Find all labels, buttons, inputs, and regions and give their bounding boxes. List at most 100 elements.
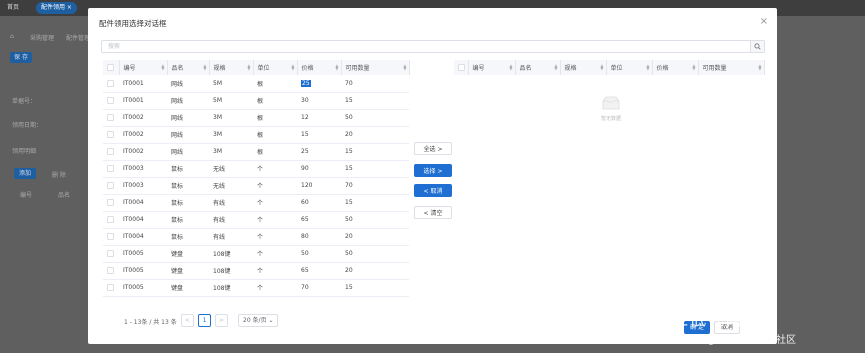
table-row[interactable]: IT0002 网线 3M 根 25 15 bbox=[103, 143, 409, 161]
prev-page-button[interactable]: < bbox=[181, 314, 194, 327]
col-header-qty[interactable]: 可用数量 ▲ ▼ bbox=[698, 60, 765, 75]
cell-qty: 15 bbox=[341, 194, 409, 212]
table-row[interactable]: IT0003 鼠标 无线个 120 70 bbox=[103, 177, 409, 195]
checkbox[interactable] bbox=[107, 233, 114, 240]
row-checkbox-cell[interactable] bbox=[103, 262, 119, 280]
select-button[interactable]: 选择 > bbox=[414, 164, 452, 177]
checkbox[interactable] bbox=[107, 182, 114, 189]
table-row[interactable]: IT0005 键盘 108键个 70 15 bbox=[103, 279, 409, 297]
bg-col-no: 编号 bbox=[20, 192, 33, 199]
table-row[interactable]: IT0004 鼠标 有线个 60 15 bbox=[103, 194, 409, 212]
cell-price: 50 bbox=[297, 245, 341, 263]
col-header-spec[interactable]: 规格 ▲ ▼ bbox=[560, 60, 607, 75]
checkbox[interactable] bbox=[107, 79, 114, 87]
row-checkbox-cell[interactable] bbox=[103, 109, 119, 127]
watermark-line2: @稀土掘金技术社区 bbox=[706, 335, 796, 346]
cell-price: 60 bbox=[297, 194, 341, 212]
table-row[interactable]: IT0004 鼠标 有线个 65 50 bbox=[103, 211, 409, 229]
cell-price: 25 bbox=[297, 75, 341, 93]
cell-price: 15 bbox=[297, 126, 341, 144]
row-checkbox-cell[interactable] bbox=[103, 75, 119, 93]
table-row[interactable]: IT0002 网线 3M 根 15 20 bbox=[103, 126, 409, 144]
bg-col-name: 品名 bbox=[58, 192, 71, 199]
checkbox[interactable] bbox=[107, 64, 114, 71]
col-header-name[interactable]: 品名 ▲ ▼ bbox=[515, 60, 561, 75]
checkbox[interactable] bbox=[107, 165, 114, 172]
cell-spec: 3M bbox=[209, 126, 253, 144]
col-header-no[interactable]: 编号 ▲ ▼ bbox=[119, 60, 168, 75]
checkbox[interactable] bbox=[107, 97, 114, 104]
col-header-qty[interactable]: 可用数量 ▲ ▼ bbox=[341, 60, 410, 75]
checkbox[interactable] bbox=[107, 131, 114, 138]
tab-home[interactable]: 首页 bbox=[2, 2, 24, 14]
cell-qty: 20 bbox=[341, 262, 409, 280]
col-header-price[interactable]: 价格 ▲ ▼ bbox=[652, 60, 699, 75]
col-header-no[interactable]: 编号 ▲ ▼ bbox=[468, 60, 516, 75]
table-row[interactable]: IT0001 网线 5M 根 30 15 bbox=[103, 92, 409, 110]
cell-no: IT0004 bbox=[119, 211, 167, 229]
cell-price: 70 bbox=[297, 279, 341, 297]
table-row[interactable]: IT0001 网线 5M 根 25 70 bbox=[103, 75, 409, 93]
checkbox[interactable] bbox=[107, 216, 114, 223]
table-row[interactable]: IT0005 键盘 108键个 50 50 bbox=[103, 245, 409, 263]
checkbox[interactable] bbox=[458, 64, 465, 71]
cell-spec: 有线 bbox=[209, 194, 253, 212]
cell-spec: 108键 bbox=[209, 245, 253, 263]
checkbox[interactable] bbox=[107, 114, 114, 121]
row-checkbox-cell[interactable] bbox=[103, 177, 119, 195]
table-row[interactable]: IT0002 网线 3M 根 12 50 bbox=[103, 109, 409, 127]
search-button[interactable] bbox=[750, 41, 764, 52]
sort-icon: ▲ ▼ bbox=[692, 63, 696, 71]
cancel-selection-button[interactable]: < 取消 bbox=[414, 184, 452, 197]
page-size-select[interactable]: 20 条/页 ⌄ bbox=[238, 314, 278, 327]
cell-spec: 3M bbox=[209, 143, 253, 161]
cell-no: IT0005 bbox=[119, 245, 167, 263]
row-checkbox-cell[interactable] bbox=[103, 279, 119, 297]
cell-qty: 15 bbox=[341, 279, 409, 297]
tab-part-usage[interactable]: 配件领用 × bbox=[36, 2, 77, 14]
watermark-line1: 公众号 · 牛刀专业低代码 bbox=[544, 310, 744, 330]
checkbox[interactable] bbox=[107, 148, 114, 155]
row-checkbox-cell[interactable] bbox=[103, 228, 119, 246]
sort-icon: ▲ ▼ bbox=[161, 63, 165, 71]
cell-name: 鼠标 bbox=[167, 194, 209, 212]
col-header-spec[interactable]: 规格 ▲ ▼ bbox=[209, 60, 254, 75]
table-row[interactable]: IT0004 鼠标 有线个 80 20 bbox=[103, 228, 409, 246]
wechat-icon bbox=[524, 309, 544, 326]
col-header-price[interactable]: 价格 ▲ ▼ bbox=[297, 60, 342, 75]
search-input[interactable] bbox=[102, 41, 742, 52]
row-checkbox-cell[interactable] bbox=[103, 194, 119, 212]
cell-qty: 20 bbox=[341, 228, 409, 246]
row-checkbox-cell[interactable] bbox=[103, 211, 119, 229]
checkbox[interactable] bbox=[107, 267, 114, 274]
col-header-unit[interactable]: 单位 ▲ ▼ bbox=[606, 60, 653, 75]
clear-button[interactable]: < 清空 bbox=[414, 206, 452, 219]
next-page-button[interactable]: > bbox=[215, 314, 228, 327]
row-checkbox-cell[interactable] bbox=[103, 143, 119, 161]
select-all-checkbox-cell[interactable] bbox=[454, 60, 469, 75]
checkbox[interactable] bbox=[107, 284, 114, 291]
row-checkbox-cell[interactable] bbox=[103, 160, 119, 178]
checkbox[interactable] bbox=[107, 199, 114, 206]
table-row[interactable]: IT0003 鼠标 无线个 90 15 bbox=[103, 160, 409, 178]
table-row[interactable]: IT0005 键盘 108键个 65 20 bbox=[103, 262, 409, 280]
col-header-unit[interactable]: 单位 ▲ ▼ bbox=[253, 60, 298, 75]
part-selection-dialog: 配件领用选择对话框 × 编号▲▼ 品名▲▼ 规格▲▼ 单位▲▼ 价格▲▼ 可用数… bbox=[88, 8, 777, 344]
col-header-name[interactable]: 品名 ▲ ▼ bbox=[167, 60, 210, 75]
bg-date-label: 领用日期： bbox=[12, 122, 43, 129]
row-checkbox-cell[interactable] bbox=[103, 92, 119, 110]
row-checkbox-cell[interactable] bbox=[103, 245, 119, 263]
bg-detail-delete: 删 除 bbox=[52, 172, 66, 179]
sort-icon: ▲ ▼ bbox=[758, 63, 762, 71]
cell-unit: 个 bbox=[253, 228, 297, 246]
select-all-checkbox-cell[interactable] bbox=[103, 60, 120, 75]
cell-unit: 个 bbox=[253, 160, 297, 178]
checkbox[interactable] bbox=[107, 250, 114, 257]
close-icon[interactable]: × bbox=[760, 16, 768, 27]
cell-qty: 20 bbox=[341, 126, 409, 144]
page-number-1[interactable]: 1 bbox=[198, 314, 211, 327]
select-all-button[interactable]: 全选 > bbox=[414, 142, 452, 155]
cell-name: 网线 bbox=[167, 92, 209, 110]
cell-spec: 无线 bbox=[209, 177, 253, 195]
row-checkbox-cell[interactable] bbox=[103, 126, 119, 144]
